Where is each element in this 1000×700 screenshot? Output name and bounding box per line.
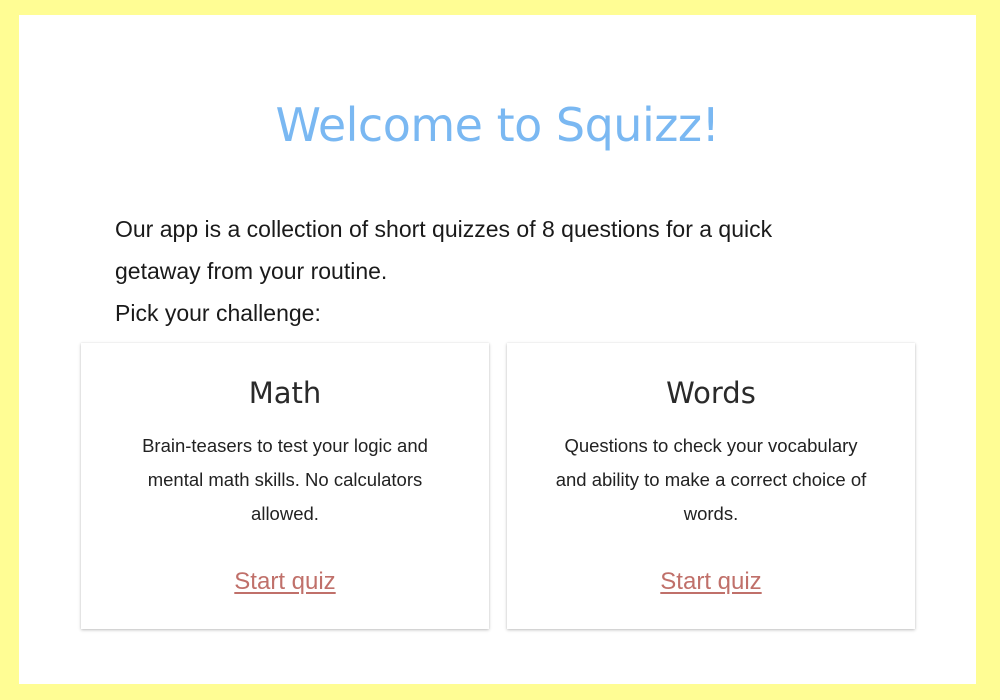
card-description: Brain-teasers to test your logic and men… [142, 435, 428, 524]
card-title: Math [248, 376, 322, 410]
start-quiz-math-link[interactable]: Start quiz [234, 568, 335, 595]
card-title: Words [666, 376, 756, 410]
card-link-wrapper: Start quiz [507, 565, 915, 599]
intro-text: Our app is a collection of short quizzes… [115, 208, 855, 334]
start-quiz-words-link[interactable]: Start quiz [660, 568, 761, 595]
page-container: Welcome to Squizz! Our app is a collecti… [19, 15, 976, 684]
card-description: Questions to check your vocabulary and a… [555, 435, 867, 524]
quiz-card-words: Words Questions to check your vocabulary… [507, 343, 915, 629]
page-title: Welcome to Squizz! [275, 98, 720, 152]
card-link-wrapper: Start quiz [81, 565, 489, 599]
quiz-card-math: Math Brain-teasers to test your logic an… [81, 343, 489, 629]
intro-prompt: Pick your challenge: [115, 300, 321, 326]
intro-description: Our app is a collection of short quizzes… [115, 216, 773, 284]
